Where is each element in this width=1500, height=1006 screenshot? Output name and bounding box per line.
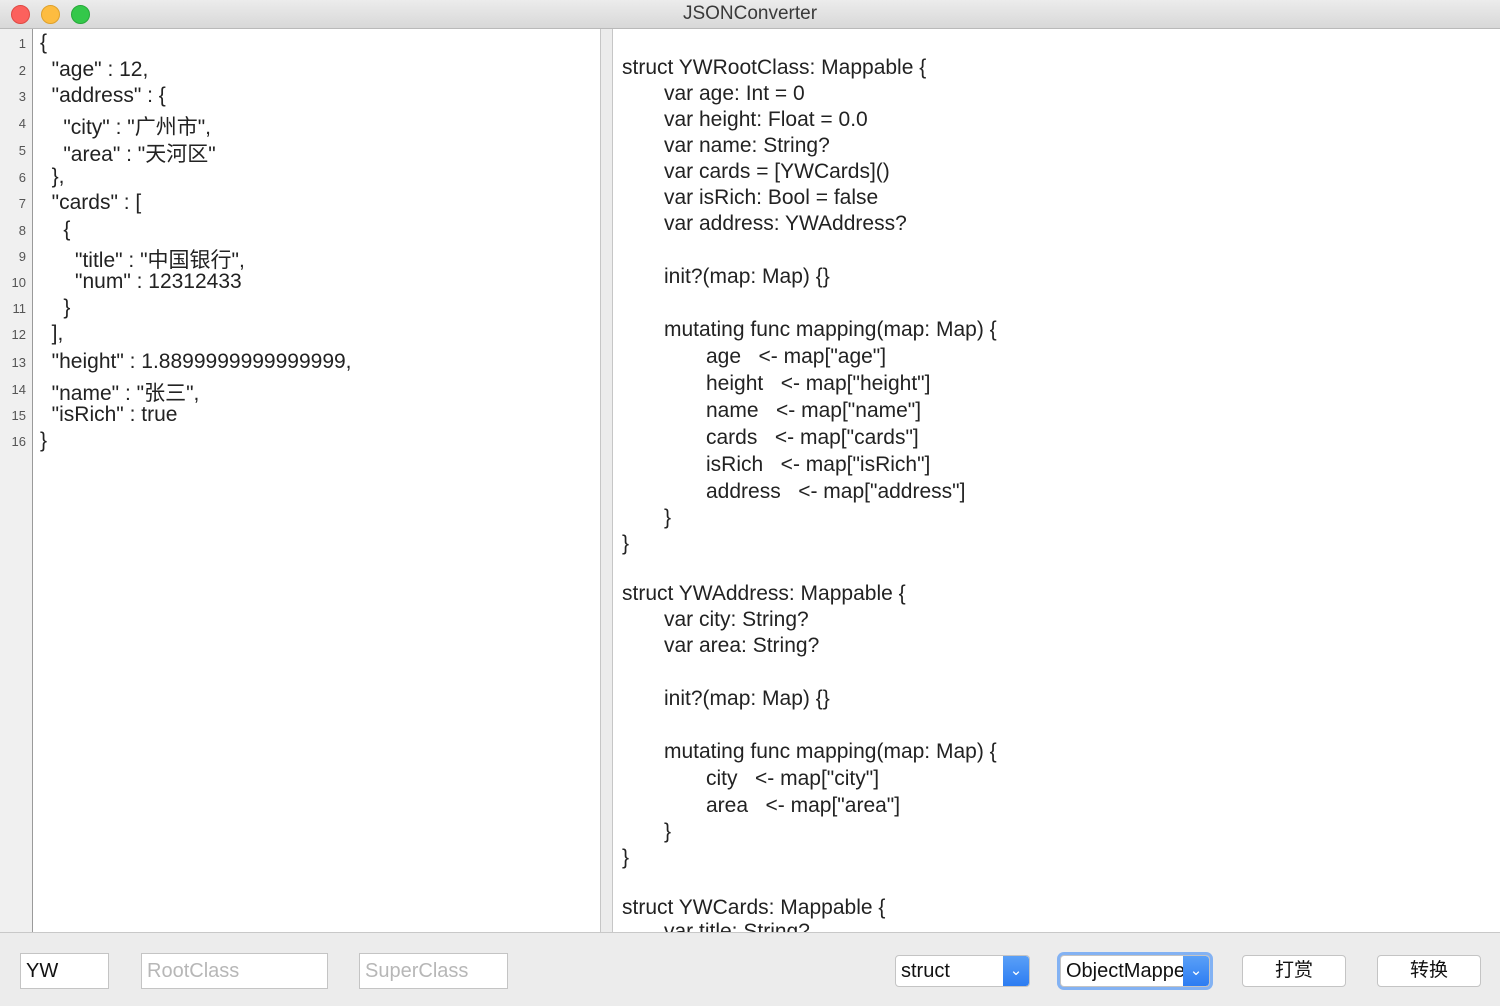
- line-number: 11: [12, 301, 27, 316]
- output-line: var cards = [YWCards](): [664, 160, 890, 183]
- json-line: }: [40, 296, 71, 319]
- output-line: address <- map["address"]: [706, 480, 966, 503]
- output-line: var isRich: Bool = false: [664, 186, 879, 209]
- output-line: struct YWAddress: Mappable {: [622, 582, 906, 605]
- line-number: 7: [18, 196, 26, 211]
- output-line: city <- map["city"]: [706, 767, 880, 790]
- pane-splitter[interactable]: [601, 29, 612, 932]
- output-line: }: [664, 820, 672, 843]
- super-class-input[interactable]: SuperClass: [359, 953, 508, 989]
- output-line: name <- map["name"]: [706, 399, 922, 422]
- output-line: init?(map: Map) {}: [664, 265, 830, 288]
- line-number: 4: [18, 116, 26, 131]
- json-line: }: [40, 429, 48, 452]
- output-line: var city: String?: [664, 608, 809, 631]
- framework-select[interactable]: ObjectMapper ⌄: [1060, 955, 1210, 987]
- output-line: var age: Int = 0: [664, 82, 805, 105]
- json-line: ],: [40, 322, 64, 345]
- output-line: struct YWRootClass: Mappable {: [622, 56, 927, 79]
- output-line: var title: String?: [664, 920, 810, 932]
- line-number: 15: [11, 408, 26, 423]
- line-number: 5: [18, 143, 26, 158]
- framework-select-value: ObjectMapper: [1066, 960, 1192, 982]
- line-number: 6: [18, 170, 26, 185]
- output-line: }: [622, 846, 630, 869]
- line-number: 2: [18, 63, 26, 78]
- root-class-input[interactable]: RootClass: [141, 953, 328, 989]
- line-number: 13: [11, 355, 26, 370]
- output-line: }: [622, 532, 630, 555]
- output-line: }: [664, 506, 672, 529]
- json-line: {: [40, 218, 71, 241]
- output-line: var height: Float = 0.0: [664, 108, 868, 131]
- output-line: mutating func mapping(map: Map) {: [664, 740, 997, 763]
- json-line: "address" : {: [40, 84, 166, 107]
- json-input-editor[interactable]: 1 2 3 4 5 6 7 8 9 10 11 12 13 14 15 16 {…: [0, 29, 601, 932]
- line-number-gutter: 1 2 3 4 5 6 7 8 9 10 11 12 13 14 15 16: [0, 29, 33, 932]
- line-number: 1: [18, 36, 26, 51]
- output-line: mutating func mapping(map: Map) {: [664, 318, 997, 341]
- window-title: JSONConverter: [682, 3, 818, 24]
- output-line: var address: YWAddress?: [664, 212, 907, 235]
- reward-button[interactable]: 打赏: [1242, 955, 1346, 987]
- json-line: {: [40, 31, 48, 54]
- json-line: "age" : 12,: [40, 58, 149, 81]
- output-line: var area: String?: [664, 634, 820, 657]
- line-number: 16: [11, 434, 26, 449]
- output-line: var name: String?: [664, 134, 830, 157]
- chevron-down-icon: ⌄: [1183, 956, 1209, 986]
- line-number: 8: [18, 223, 26, 238]
- convert-button[interactable]: 转换: [1377, 955, 1481, 987]
- bottom-toolbar: YW RootClass SuperClass struct ⌄ ObjectM…: [0, 932, 1500, 1006]
- json-line: "city" : "广州市",: [40, 116, 211, 139]
- line-number: 9: [18, 249, 26, 264]
- json-line: "area" : "天河区": [40, 143, 216, 166]
- json-line: "isRich" : true: [40, 403, 178, 426]
- output-line: age <- map["age"]: [706, 345, 887, 368]
- struct-select-value: struct: [901, 960, 950, 982]
- title-bar: JSONConverter: [0, 0, 1500, 29]
- swift-output-view[interactable]: struct YWRootClass: Mappable { var age: …: [612, 29, 1500, 932]
- output-line: cards <- map["cards"]: [706, 426, 919, 449]
- line-number: 14: [11, 382, 26, 397]
- output-line: height <- map["height"]: [706, 372, 931, 395]
- line-number: 12: [11, 327, 26, 342]
- prefix-input[interactable]: YW: [20, 953, 109, 989]
- json-line: "num" : 12312433: [40, 270, 242, 293]
- line-number: 10: [11, 275, 26, 290]
- json-line: "cards" : [: [40, 191, 142, 214]
- output-line: init?(map: Map) {}: [664, 687, 830, 710]
- chevron-down-icon: ⌄: [1003, 956, 1029, 986]
- line-number: 3: [18, 89, 26, 104]
- output-line: struct YWCards: Mappable {: [622, 896, 886, 919]
- struct-class-select[interactable]: struct ⌄: [895, 955, 1030, 987]
- output-line: area <- map["area"]: [706, 794, 901, 817]
- json-line: },: [40, 165, 65, 188]
- output-line: isRich <- map["isRich"]: [706, 453, 931, 476]
- json-line: "height" : 1.8899999999999999,: [40, 350, 352, 373]
